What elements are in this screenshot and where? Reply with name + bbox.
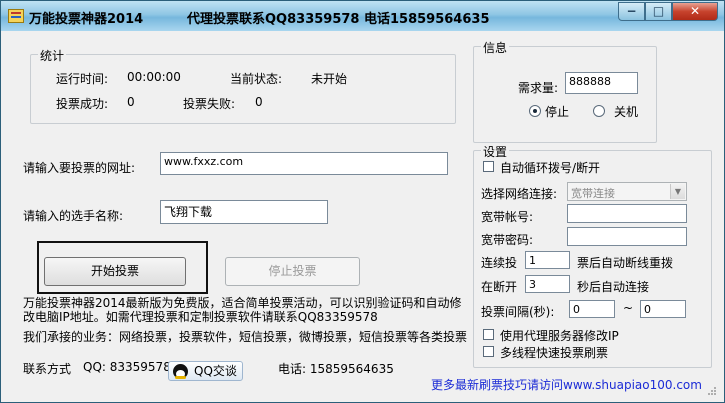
interval-separator: ~ bbox=[623, 301, 634, 315]
qq-number-text: QQ: 83359578 bbox=[83, 360, 171, 374]
runtime-value: 00:00:00 bbox=[127, 70, 181, 84]
contestant-name-label: 请输入的选手名称: bbox=[23, 209, 124, 223]
interval-to-input[interactable]: 0 bbox=[640, 300, 686, 318]
shutdown-radio[interactable] bbox=[593, 105, 605, 117]
after-suffix: 秒后自动连接 bbox=[577, 280, 650, 294]
title-bar[interactable]: 万能投票神器2014 代理投票联系QQ83359578 电话1585956463… bbox=[1, 1, 724, 31]
demand-label: 需求量: bbox=[518, 81, 559, 95]
interval-from-input[interactable]: 0 bbox=[569, 300, 615, 318]
network-select[interactable]: 宽带连接 ▼ bbox=[567, 182, 687, 201]
business-text: 我们承接的业务：网络投票，投票软件，短信投票，微博投票，短信投票等各类投票 bbox=[23, 330, 468, 344]
maximize-button[interactable]: □ bbox=[645, 2, 672, 21]
minimize-button[interactable]: − bbox=[618, 2, 645, 21]
interval-label: 投票间隔(秒): bbox=[481, 305, 555, 319]
start-vote-button[interactable]: 开始投票 bbox=[44, 257, 186, 286]
url-input[interactable]: www.fxxz.com bbox=[160, 152, 448, 175]
qq-chat-button[interactable]: QQ交谈 bbox=[168, 361, 243, 381]
after-input[interactable]: 3 bbox=[525, 275, 570, 293]
stop-vote-button[interactable]: 停止投票 bbox=[225, 257, 360, 286]
shutdown-radio-label: 关机 bbox=[614, 105, 639, 119]
success-label: 投票成功: bbox=[56, 97, 109, 111]
after-label: 在断开 bbox=[481, 280, 518, 294]
auto-redial-checkbox[interactable] bbox=[483, 161, 494, 172]
multithread-label: 多线程快速投票刷票 bbox=[500, 346, 609, 360]
notice-line-2: 改电脑IP地址。如需代理投票和定制投票软件请联系QQ83359578 bbox=[23, 310, 378, 324]
multithread-checkbox[interactable] bbox=[483, 346, 494, 357]
stop-radio-label: 停止 bbox=[545, 105, 570, 119]
settings-group-label: 设置 bbox=[481, 143, 510, 160]
stats-group-label: 统计 bbox=[38, 47, 67, 64]
phone-text: 电话: 15859564635 bbox=[278, 362, 394, 376]
qq-chat-button-label: QQ交谈 bbox=[194, 364, 237, 378]
resize-grip-icon[interactable] bbox=[707, 386, 717, 396]
close-button[interactable]: ✕ bbox=[672, 2, 718, 21]
password-input[interactable] bbox=[567, 227, 687, 246]
account-input[interactable] bbox=[567, 204, 687, 223]
app-window: 万能投票神器2014 代理投票联系QQ83359578 电话1585956463… bbox=[0, 0, 725, 403]
fail-label: 投票失败: bbox=[183, 97, 236, 111]
client-area: 统计 运行时间: 00:00:00 当前状态: 未开始 投票成功: 0 投票失败… bbox=[8, 31, 718, 397]
network-label: 选择网络连接: bbox=[481, 187, 558, 201]
account-label: 宽带帐号: bbox=[481, 210, 534, 224]
fail-value: 0 bbox=[255, 95, 263, 109]
contestant-name-input[interactable]: 飞翔下载 bbox=[160, 200, 328, 224]
app-icon bbox=[8, 9, 24, 23]
title-contact-info: 代理投票联系QQ83359578 电话15859564635 bbox=[187, 12, 490, 27]
status-label: 当前状态: bbox=[230, 72, 283, 86]
website-link[interactable]: 更多最新刷票技巧请访问www.shuapiao100.com bbox=[431, 376, 702, 393]
stats-group: 统计 bbox=[30, 47, 456, 124]
info-group-label: 信息 bbox=[481, 39, 510, 56]
network-select-value: 宽带连接 bbox=[571, 187, 615, 200]
chevron-down-icon: ▼ bbox=[670, 184, 685, 199]
continuous-label: 连续投 bbox=[481, 256, 518, 270]
continuous-input[interactable]: 1 bbox=[525, 251, 570, 269]
password-label: 宽带密码: bbox=[481, 233, 534, 247]
qq-penguin-icon bbox=[173, 364, 188, 379]
use-proxy-label: 使用代理服务器修改IP bbox=[500, 329, 619, 343]
demand-input[interactable]: 888888 bbox=[565, 72, 638, 94]
window-title: 万能投票神器2014 bbox=[29, 12, 144, 27]
contact-label: 联系方式 bbox=[23, 362, 72, 376]
status-value: 未开始 bbox=[311, 72, 348, 86]
stop-radio[interactable] bbox=[529, 105, 541, 117]
runtime-label: 运行时间: bbox=[56, 72, 109, 86]
url-label: 请输入要投票的网址: bbox=[23, 161, 136, 175]
auto-redial-label: 自动循环拨号/断开 bbox=[500, 161, 601, 175]
use-proxy-checkbox[interactable] bbox=[483, 329, 494, 340]
success-value: 0 bbox=[127, 95, 135, 109]
continuous-suffix: 票后自动断线重拨 bbox=[577, 256, 674, 270]
info-group: 信息 bbox=[473, 39, 657, 143]
